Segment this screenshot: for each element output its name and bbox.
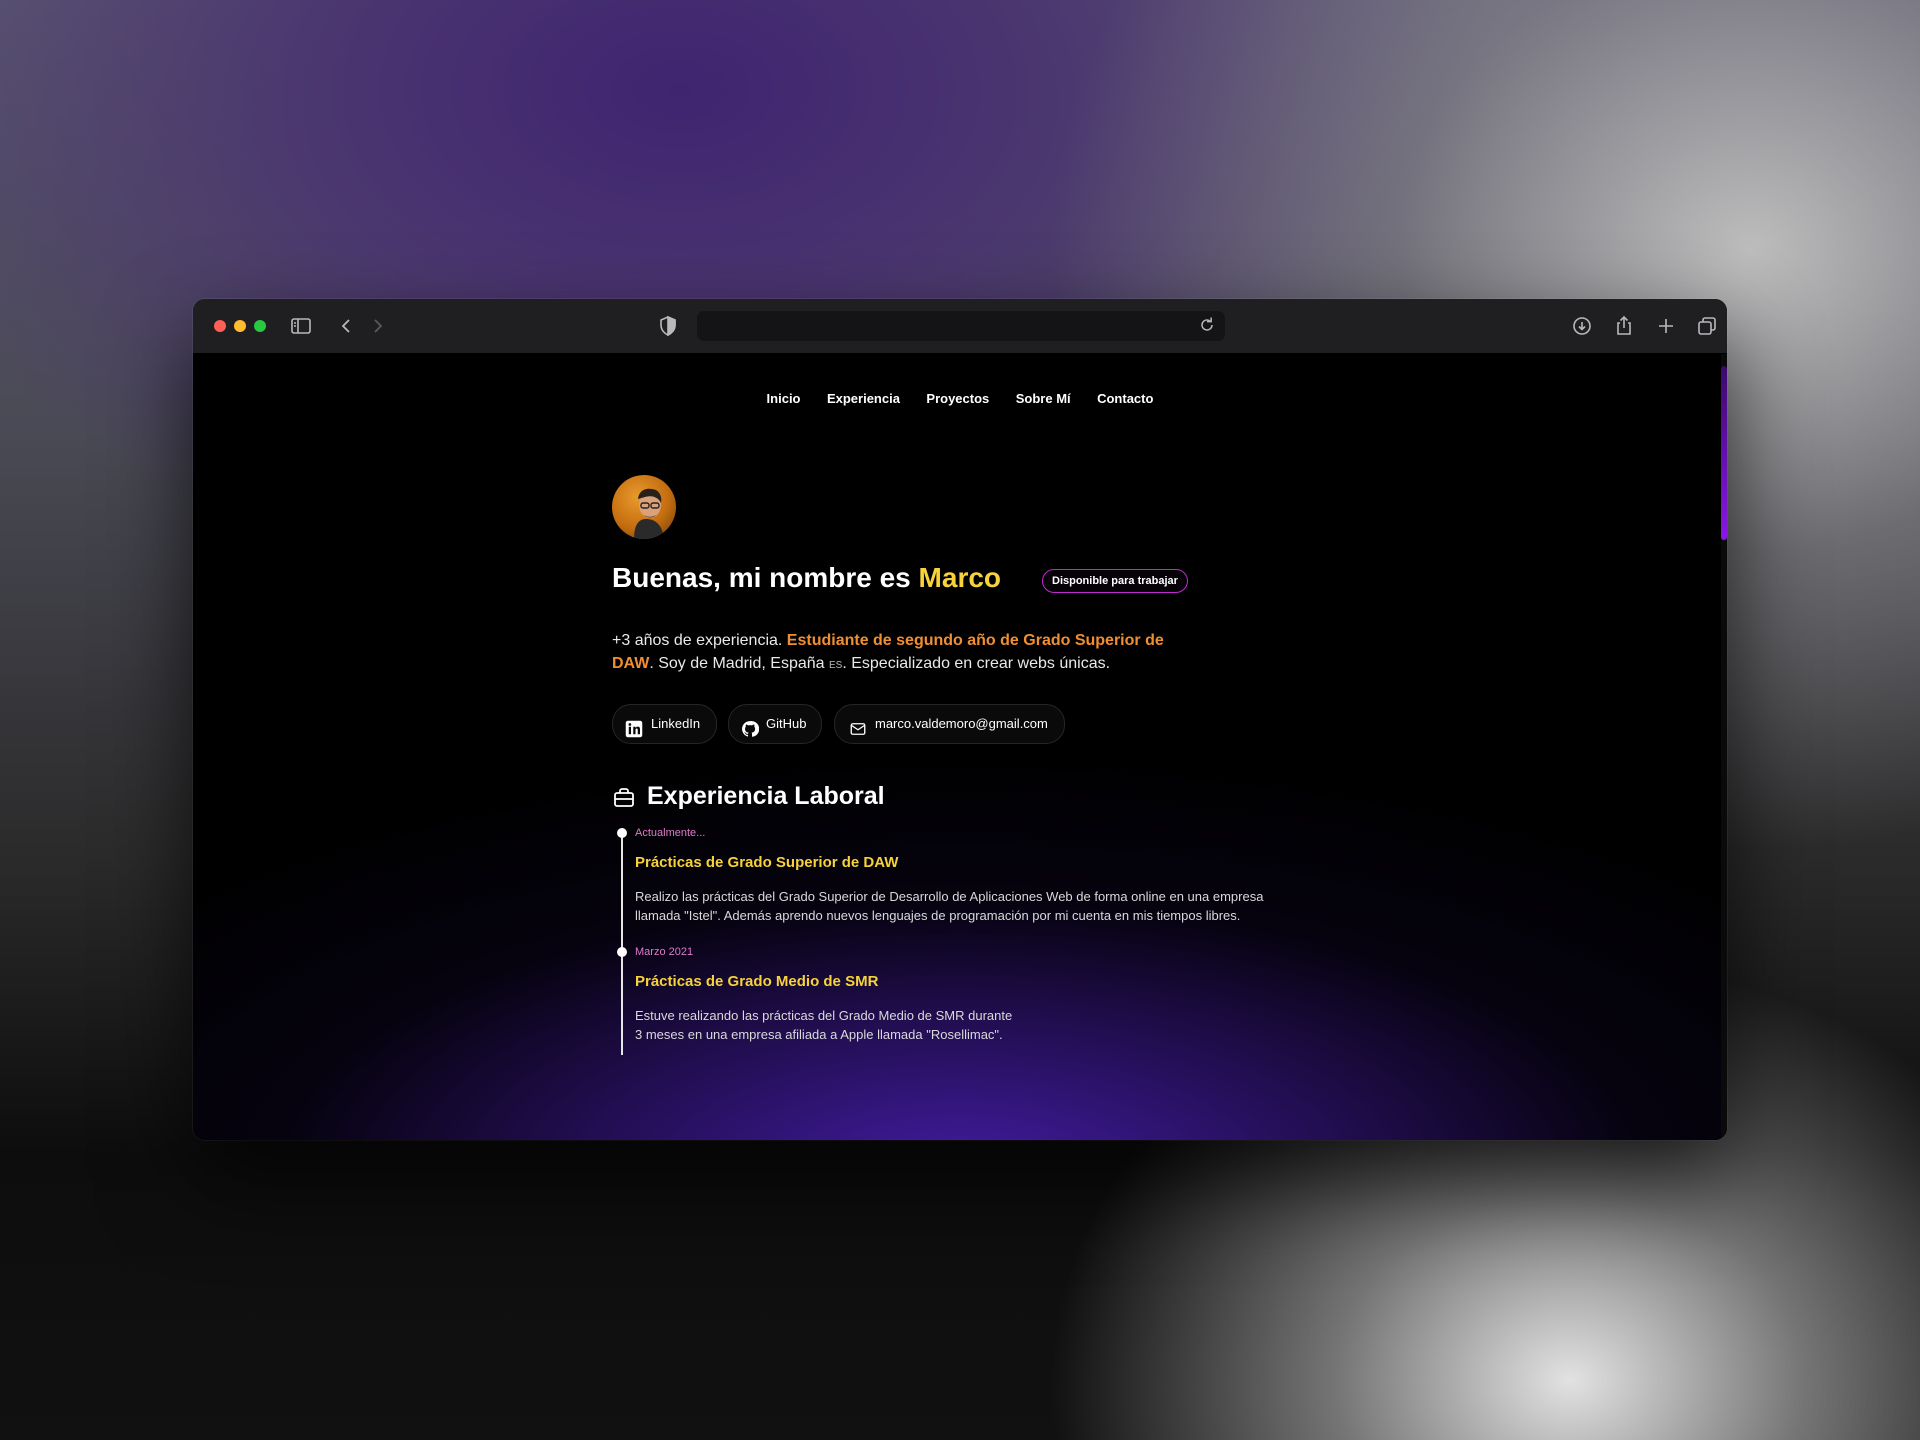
bio-paragraph: +3 años de experiencia. Estudiante de se…: [612, 629, 1192, 677]
job-description-line: llamada "Istel". Además aprendo nuevos l…: [635, 908, 1241, 923]
github-button[interactable]: GitHub: [728, 704, 822, 744]
privacy-shield-icon[interactable]: [656, 314, 680, 338]
timeline-job-description: Estuve realizando las prácticas del Grad…: [635, 1006, 1012, 1044]
experience-section-title: Experiencia Laboral: [647, 782, 885, 810]
nav-item-sobre-mi[interactable]: Sobre Mí: [1016, 391, 1071, 406]
close-window-button[interactable]: [214, 320, 226, 332]
mail-icon: [849, 715, 867, 735]
back-arrow-icon[interactable]: [334, 314, 358, 338]
nav-item-inicio[interactable]: Inicio: [767, 391, 801, 406]
address-bar[interactable]: [697, 311, 1225, 341]
browser-toolbar: [193, 299, 1727, 354]
linkedin-icon: [625, 715, 643, 738]
job-description-line: 3 meses en una empresa afiliada a Apple …: [635, 1027, 1003, 1042]
linkedin-label: LinkedIn: [651, 716, 701, 731]
github-label: GitHub: [766, 716, 807, 731]
download-icon[interactable]: [1570, 314, 1594, 338]
spain-flag: ES: [829, 660, 843, 671]
job-description-line: Realizo las prácticas del Grado Superior…: [635, 889, 1264, 904]
nav-item-contacto[interactable]: Contacto: [1097, 391, 1153, 406]
new-tab-icon[interactable]: [1654, 314, 1678, 338]
sidebar-toggle-icon[interactable]: [289, 314, 313, 338]
bio-intro: +3 años de experiencia.: [612, 632, 783, 649]
share-icon[interactable]: [1612, 314, 1636, 338]
timeline-line: [621, 833, 623, 1055]
nav-item-experiencia[interactable]: Experiencia: [827, 391, 900, 406]
timeline-date: Marzo 2021: [635, 946, 694, 958]
email-label: marco.valdemoro@gmail.com: [875, 716, 1048, 731]
timeline-date: Actualmente...: [635, 827, 706, 839]
briefcase-icon: [612, 786, 636, 810]
linkedin-button[interactable]: LinkedIn: [612, 704, 717, 744]
timeline-dot: [617, 828, 627, 838]
timeline-job-title: Prácticas de Grado Medio de SMR: [635, 973, 879, 990]
title-prefix: Buenas, mi nombre es: [612, 562, 911, 593]
tab-overview-icon[interactable]: [1695, 314, 1719, 338]
job-description-line: Estuve realizando las prácticas del Grad…: [635, 1008, 1013, 1023]
timeline-job-description: Realizo las prácticas del Grado Superior…: [635, 887, 1263, 925]
nav-item-proyectos[interactable]: Proyectos: [926, 391, 989, 406]
page-content: Inicio Experiencia Proyectos Sobre Mí Co…: [193, 354, 1727, 1140]
timeline-job-title: Prácticas de Grado Superior de DAW: [635, 854, 899, 871]
title-name: Marco: [918, 562, 1002, 593]
page-title: Buenas, mi nombre es Marco: [612, 562, 1001, 594]
timeline-dot: [617, 947, 627, 957]
zoom-window-button[interactable]: [254, 320, 266, 332]
minimize-window-button[interactable]: [234, 320, 246, 332]
avatar: [612, 475, 676, 539]
browser-window: Inicio Experiencia Proyectos Sobre Mí Co…: [193, 299, 1727, 1140]
reload-icon[interactable]: [1197, 315, 1217, 335]
github-icon: [741, 715, 760, 737]
bio-location: . Soy de Madrid, España: [649, 655, 825, 672]
email-button[interactable]: marco.valdemoro@gmail.com: [834, 704, 1065, 744]
main-nav: Inicio Experiencia Proyectos Sobre Mí Co…: [193, 390, 1727, 408]
forward-arrow-icon[interactable]: [366, 314, 390, 338]
availability-badge: Disponible para trabajar: [1042, 569, 1188, 593]
bio-specialty: . Especializado en crear webs únicas.: [842, 655, 1111, 672]
